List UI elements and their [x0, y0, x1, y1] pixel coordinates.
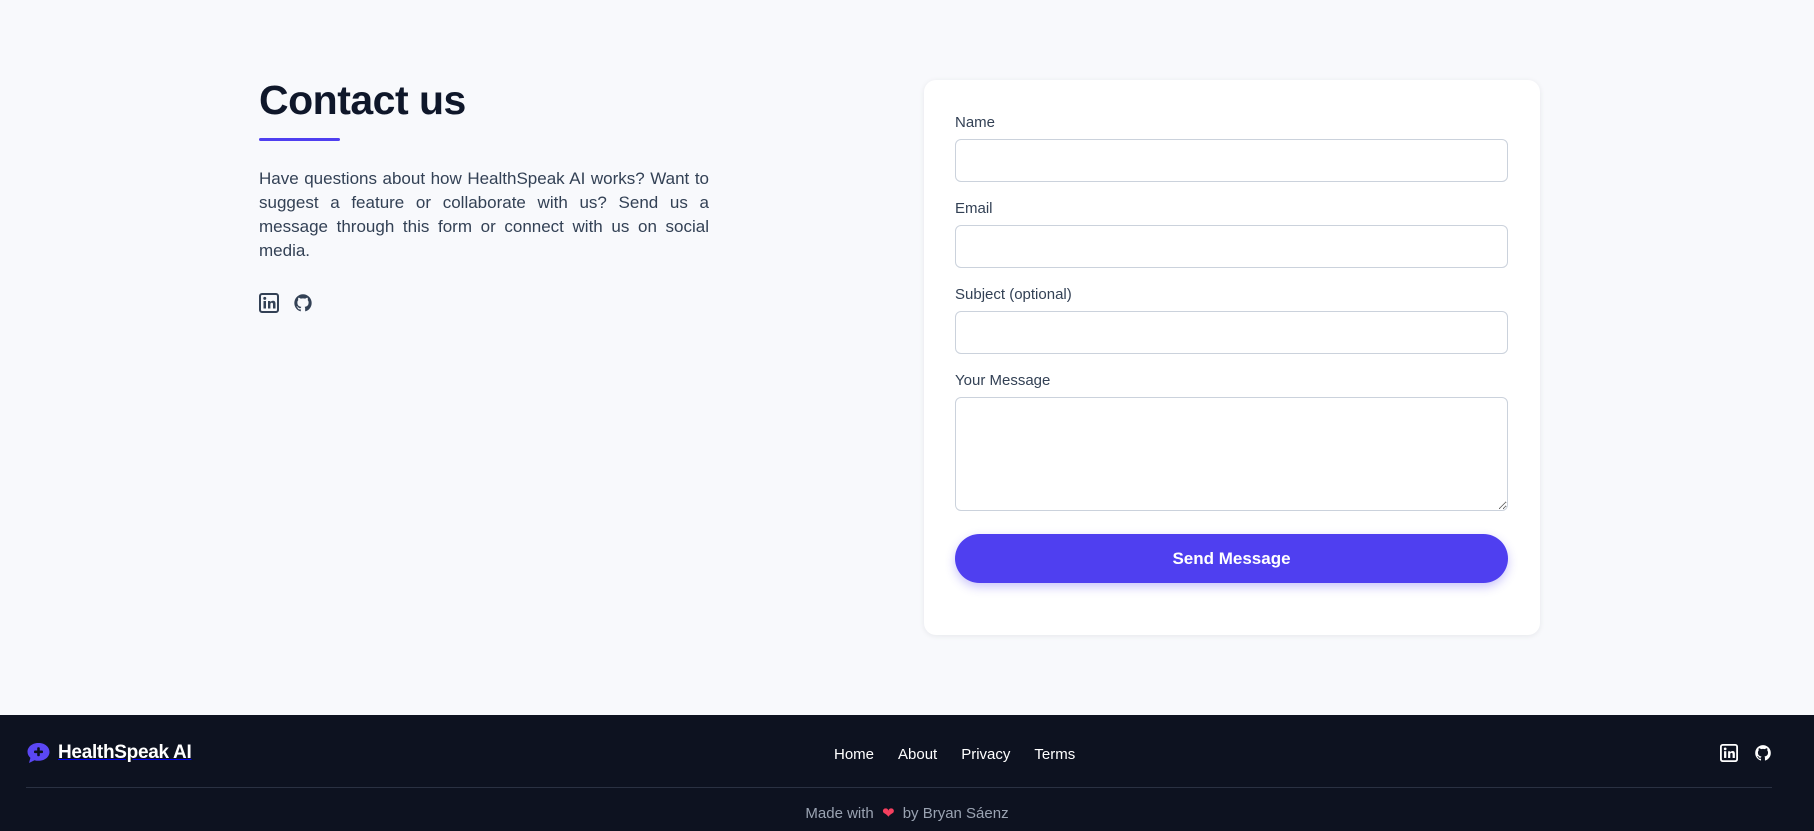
title-underline — [259, 138, 340, 141]
footer-link-terms[interactable]: Terms — [1034, 746, 1075, 763]
message-label: Your Message — [955, 372, 1051, 389]
footer-link-home[interactable]: Home — [834, 746, 874, 763]
contact-section: Contact us Have questions about how Heal… — [0, 0, 1814, 715]
name-input[interactable] — [955, 139, 1508, 182]
email-label: Email — [955, 200, 993, 217]
subject-label: Subject (optional) — [955, 286, 1072, 303]
chat-plus-icon — [26, 742, 51, 764]
credit-prefix: Made with — [805, 805, 874, 822]
footer-divider — [26, 787, 1772, 788]
contact-info: Contact us Have questions about how Heal… — [259, 76, 709, 313]
footer-nav: Home About Privacy Terms — [834, 746, 1075, 763]
credit-suffix: by Bryan Sáenz — [902, 805, 1009, 822]
contact-form: Name Email Subject (optional) Your Messa… — [924, 80, 1540, 635]
footer-link-privacy[interactable]: Privacy — [961, 746, 1010, 763]
page-title: Contact us — [259, 77, 466, 123]
email-field-group: Email — [955, 199, 1508, 268]
github-icon[interactable] — [1754, 744, 1774, 764]
message-field-group: Your Message — [955, 371, 1508, 511]
footer-credits: Made with ❤ by Bryan Sáenz — [0, 804, 1814, 822]
subject-input[interactable] — [955, 311, 1508, 354]
footer-brand[interactable]: HealthSpeak AI — [26, 742, 192, 764]
send-message-button[interactable]: Send Message — [955, 534, 1508, 583]
message-textarea[interactable] — [955, 397, 1508, 511]
brand-name: HealthSpeak AI — [58, 742, 192, 763]
linkedin-icon[interactable] — [1720, 744, 1740, 764]
email-input[interactable] — [955, 225, 1508, 268]
heart-icon: ❤ — [881, 805, 895, 822]
github-icon[interactable] — [293, 293, 313, 313]
linkedin-icon[interactable] — [259, 293, 279, 313]
name-label: Name — [955, 114, 996, 131]
contact-description: Have questions about how HealthSpeak AI … — [259, 169, 709, 260]
subject-field-group: Subject (optional) — [955, 285, 1508, 354]
footer-link-about[interactable]: About — [898, 746, 937, 763]
footer: HealthSpeak AI Home About Privacy Terms … — [0, 715, 1814, 831]
footer-social-links — [1720, 744, 1774, 764]
social-links — [259, 293, 709, 313]
name-field-group: Name — [955, 113, 1508, 182]
